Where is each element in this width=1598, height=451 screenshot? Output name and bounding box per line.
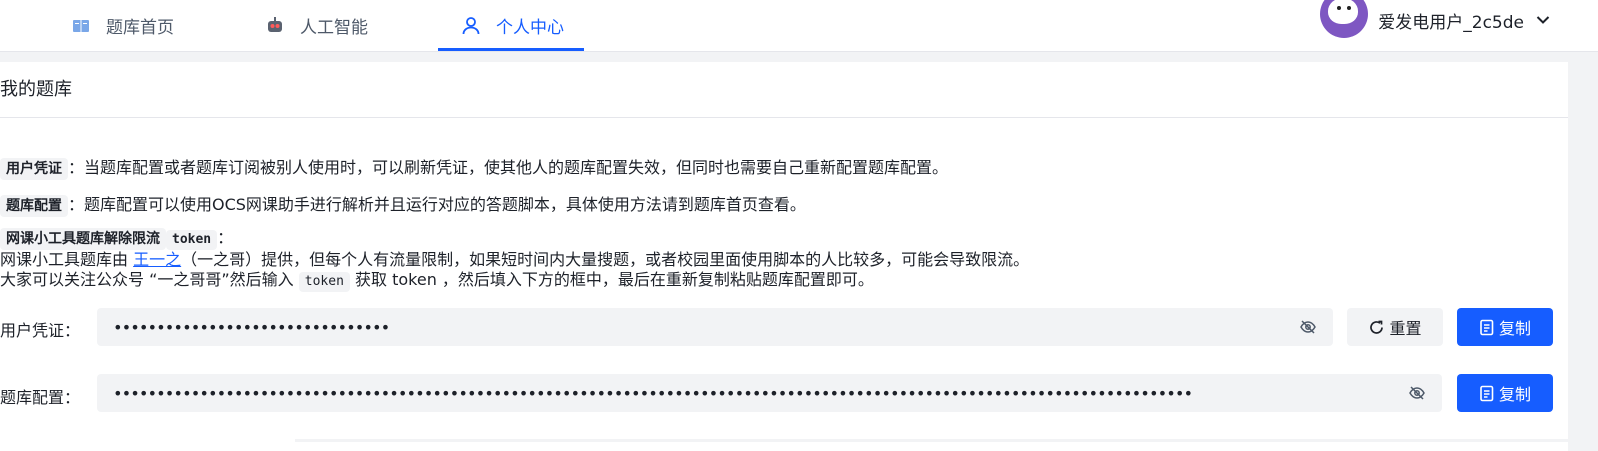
- top-nav: 题库首页 人工智能 个人中心 爱发电用户_2c5de: [0, 0, 1598, 52]
- follow-suffix-text: 获取 token ，然后填入下方的框中，最后在重新复制粘贴题库配置即可。: [355, 270, 874, 289]
- copy-config-button[interactable]: 复制: [1457, 374, 1553, 412]
- eye-off-icon[interactable]: [1408, 384, 1426, 402]
- copy-icon: [1480, 385, 1494, 401]
- author-link[interactable]: 王一之: [133, 250, 181, 269]
- user-name: 爱发电用户_2c5de: [1378, 12, 1524, 33]
- config-value: ••••••••••••••••••••••••••••••••••••••••…: [113, 383, 1193, 403]
- credential-value: ••••••••••••••••••••••••••••••••: [113, 317, 390, 337]
- tab-label: 个人中心: [496, 18, 564, 38]
- refresh-icon: [1370, 320, 1384, 334]
- chevron-down-icon: [1536, 15, 1550, 25]
- copy-label: 复制: [1498, 319, 1531, 338]
- provider-suffix-text: （一之哥）提供，但每个人有流量限制，如果短时间内大量搜题，或者校园里面使用脚本的…: [181, 250, 1030, 269]
- book-icon: [70, 15, 92, 37]
- config-description: 题库配置 ：题库配置可以使用OCS网课助手进行解析并且运行对应的答题脚本，具体使用…: [0, 191, 806, 217]
- rate-limit-description: 网课小工具题库解除限流 token： 网课小工具题库由 王一之（一之哥）提供，但每…: [0, 228, 1029, 292]
- credential-label: 用户凭证：: [0, 321, 81, 340]
- copy-credential-button[interactable]: 复制: [1457, 308, 1553, 346]
- credential-description: 用户凭证 ：当题库配置或者题库订阅被别人使用时，可以刷新凭证，使其他人的题库配置失…: [0, 154, 948, 180]
- eye-off-icon[interactable]: [1299, 318, 1317, 336]
- robot-icon: [264, 15, 286, 37]
- reset-button[interactable]: 重置: [1347, 308, 1443, 346]
- credential-desc-text: ：当题库配置或者题库订阅被别人使用时，可以刷新凭证，使其他人的题库配置失效，但同…: [68, 158, 949, 177]
- tab-label: 人工智能: [300, 18, 368, 38]
- copy-label: 复制: [1498, 385, 1531, 404]
- token-code: token: [166, 230, 218, 250]
- divider: [295, 439, 1568, 442]
- tab-ai[interactable]: 人工智能: [264, 0, 368, 51]
- my-question-bank-card: 我的题库 用户凭证 ：当题库配置或者题库订阅被别人使用时，可以刷新凭证，使其他人的…: [0, 62, 1568, 451]
- avatar: [1320, 0, 1369, 38]
- config-label: 题库配置：: [0, 388, 81, 407]
- follow-text: 大家可以关注公众号 “一之哥哥”然后输入: [0, 270, 294, 289]
- tab-personal-center[interactable]: 个人中心: [438, 0, 584, 51]
- config-tag: 题库配置: [0, 195, 68, 217]
- rate-limit-tag: 网课小工具题库解除限流: [0, 228, 166, 250]
- reset-label: 重置: [1389, 319, 1422, 338]
- config-input[interactable]: ••••••••••••••••••••••••••••••••••••••••…: [97, 374, 1442, 412]
- config-desc-text: ：题库配置可以使用OCS网课助手进行解析并且运行对应的答题脚本，具体使用方法请到…: [68, 195, 806, 214]
- credential-input[interactable]: ••••••••••••••••••••••••••••••••: [97, 308, 1333, 346]
- tab-label: 题库首页: [106, 18, 174, 38]
- user-icon: [460, 15, 482, 37]
- card-title: 我的题库: [0, 62, 1568, 118]
- credential-tag: 用户凭证: [0, 158, 68, 180]
- copy-icon: [1480, 319, 1494, 335]
- tab-question-bank-home[interactable]: 题库首页: [70, 0, 174, 51]
- colon-text: ：: [217, 228, 234, 247]
- provider-text: 网课小工具题库由: [0, 250, 129, 269]
- token-code-inline: token: [298, 272, 350, 292]
- user-menu[interactable]: 爱发电用户_2c5de: [1320, 0, 1550, 40]
